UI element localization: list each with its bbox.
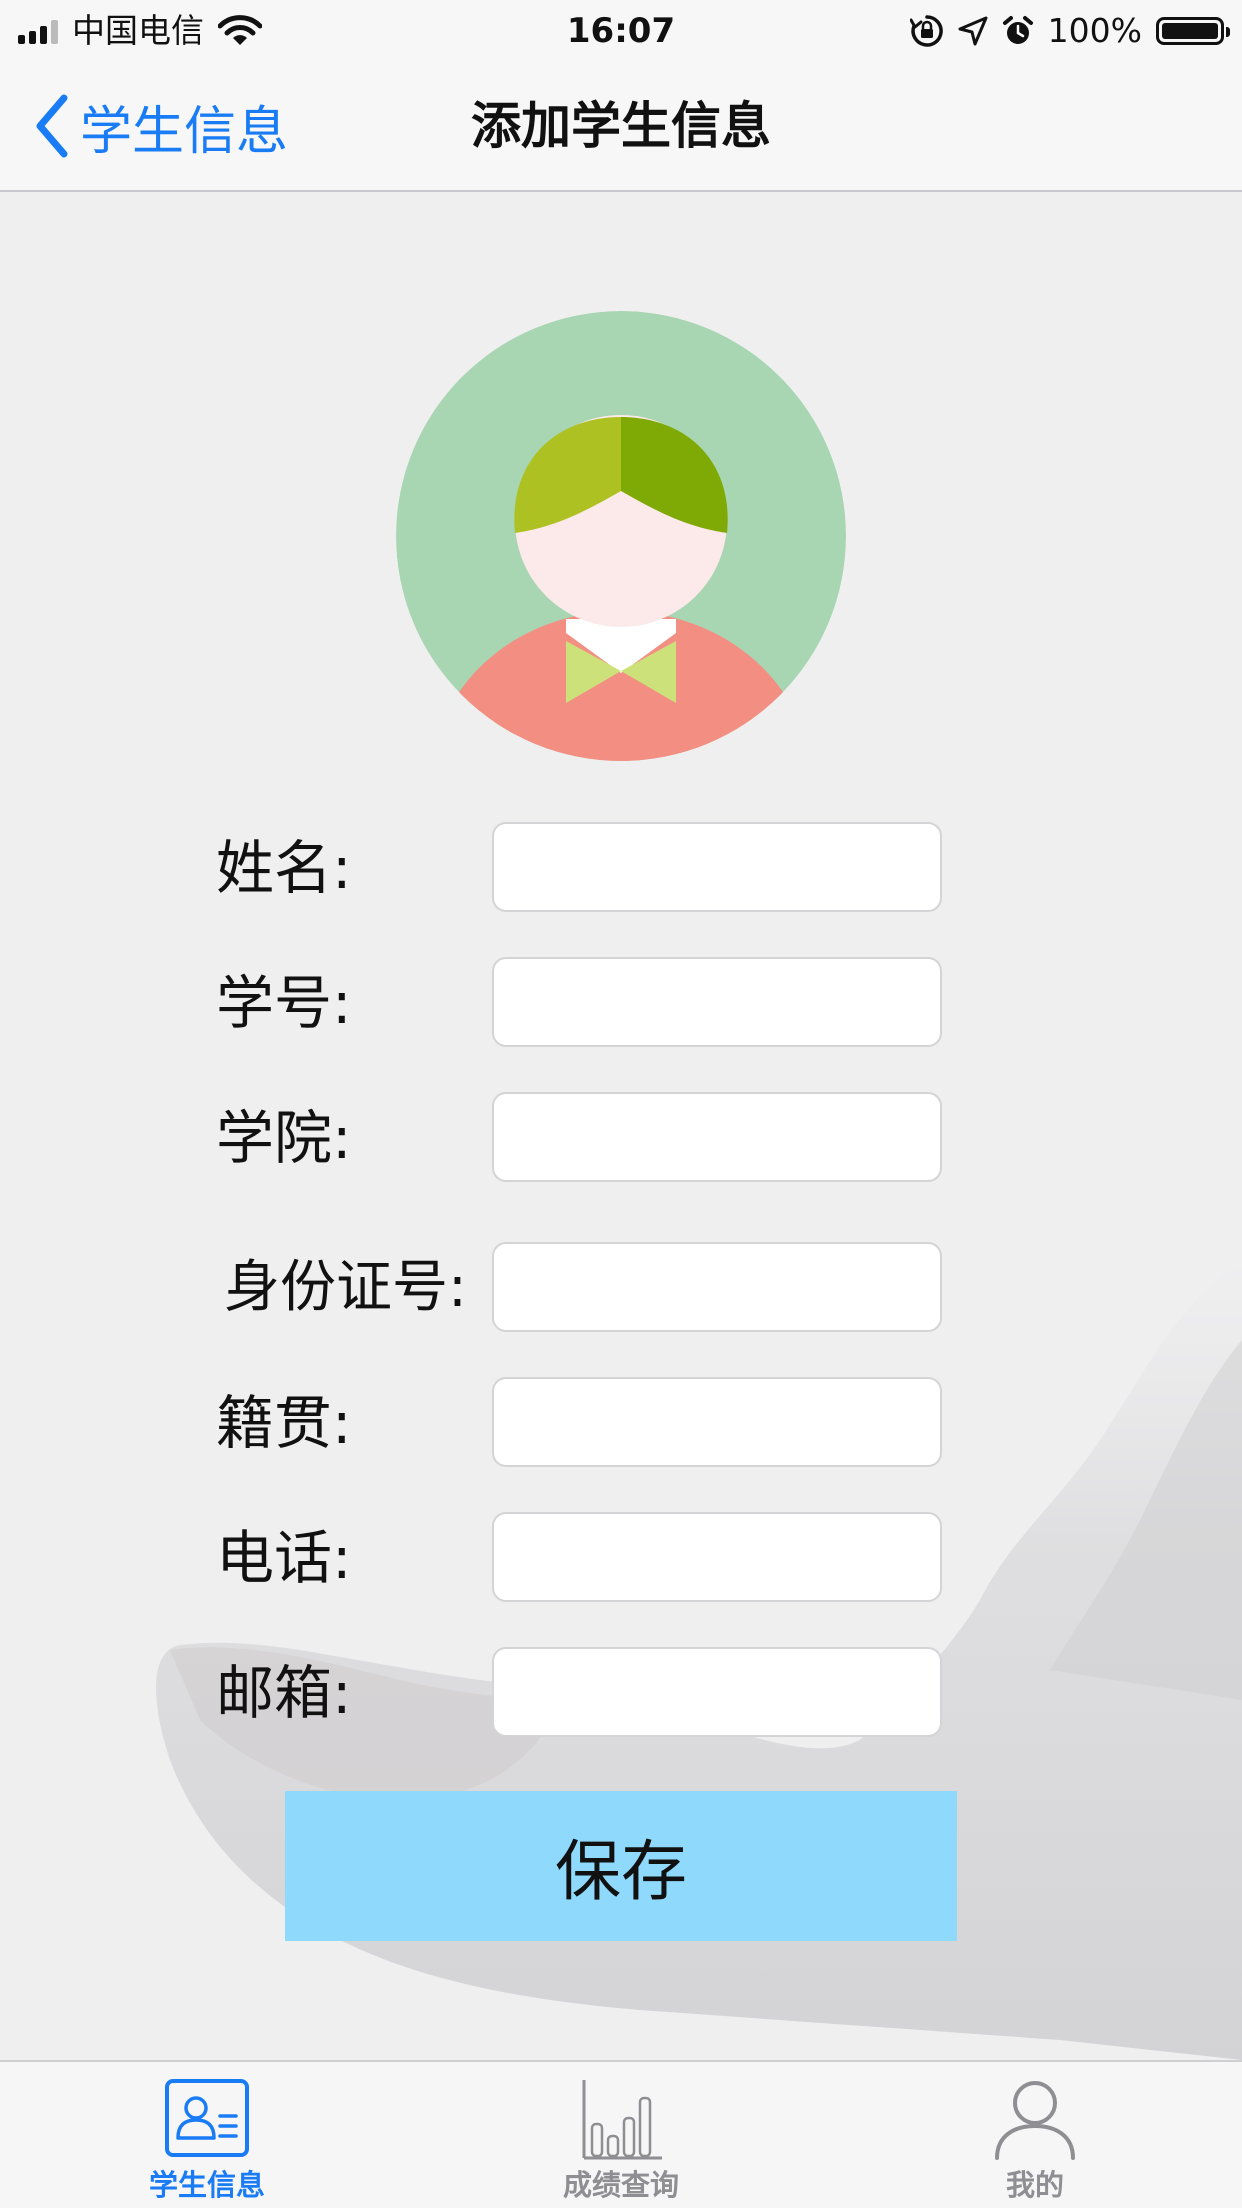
bar-chart-icon — [582, 2080, 662, 2160]
phone-label: 电话: — [216, 1524, 352, 1592]
email-label: 邮箱: — [216, 1659, 352, 1727]
chevron-left-icon — [36, 94, 68, 158]
tab-me[interactable]: 我的 — [828, 2062, 1242, 2208]
college-input[interactable] — [492, 1092, 942, 1182]
name-label: 姓名: — [216, 834, 352, 902]
battery-fill — [1162, 23, 1218, 39]
screen: 中国电信 16:07 100% 添加学生信息 学生信息 姓名: 学号: 学院: … — [0, 0, 1242, 2208]
hometown-label: 籍贯: — [216, 1389, 352, 1457]
tab-grades[interactable]: 成绩查询 — [414, 2062, 828, 2208]
form-row-college: 学院: — [0, 1092, 1242, 1184]
battery-icon — [1156, 17, 1230, 45]
student-id-input[interactable] — [492, 957, 942, 1047]
person-icon — [995, 2081, 1075, 2160]
name-input[interactable] — [492, 822, 942, 912]
student-avatar-icon[interactable] — [396, 311, 846, 761]
back-button-label: 学生信息 — [80, 101, 289, 162]
email-input[interactable] — [492, 1647, 942, 1737]
id-number-label: 身份证号: — [224, 1255, 467, 1320]
college-label: 学院: — [216, 1104, 352, 1172]
id-number-input[interactable] — [492, 1242, 942, 1332]
status-right: 100% — [909, 0, 1230, 62]
save-button[interactable]: 保存 — [285, 1791, 957, 1941]
rotation-lock-icon — [909, 15, 943, 47]
tab-student-info[interactable]: 学生信息 — [0, 2062, 414, 2208]
form-row-name: 姓名: — [0, 822, 1242, 914]
student-id-label: 学号: — [216, 969, 352, 1037]
hometown-input[interactable] — [492, 1377, 942, 1467]
form-row-phone: 电话: — [0, 1512, 1242, 1604]
tab-student-info-label: 学生信息 — [148, 2168, 265, 2202]
back-button[interactable]: 学生信息 — [34, 62, 288, 190]
id-card-icon — [165, 2079, 249, 2157]
battery-percentage: 100% — [1047, 11, 1142, 50]
navigation-bar: 添加学生信息 学生信息 — [0, 62, 1242, 192]
form-row-hometown: 籍贯: — [0, 1377, 1242, 1469]
status-bar: 中国电信 16:07 100% — [0, 0, 1242, 62]
tab-bar: 学生信息 成绩查询 我的 — [0, 2060, 1242, 2208]
tab-grades-label: 成绩查询 — [562, 2168, 679, 2202]
tab-me-label: 我的 — [1005, 2168, 1064, 2202]
form-row-email: 邮箱: — [0, 1647, 1242, 1739]
phone-input[interactable] — [492, 1512, 942, 1602]
location-arrow-icon — [958, 16, 988, 46]
form-row-student-id: 学号: — [0, 957, 1242, 1049]
alarm-clock-icon — [1002, 16, 1033, 44]
form-row-id-number: 身份证号: — [0, 1242, 1242, 1334]
